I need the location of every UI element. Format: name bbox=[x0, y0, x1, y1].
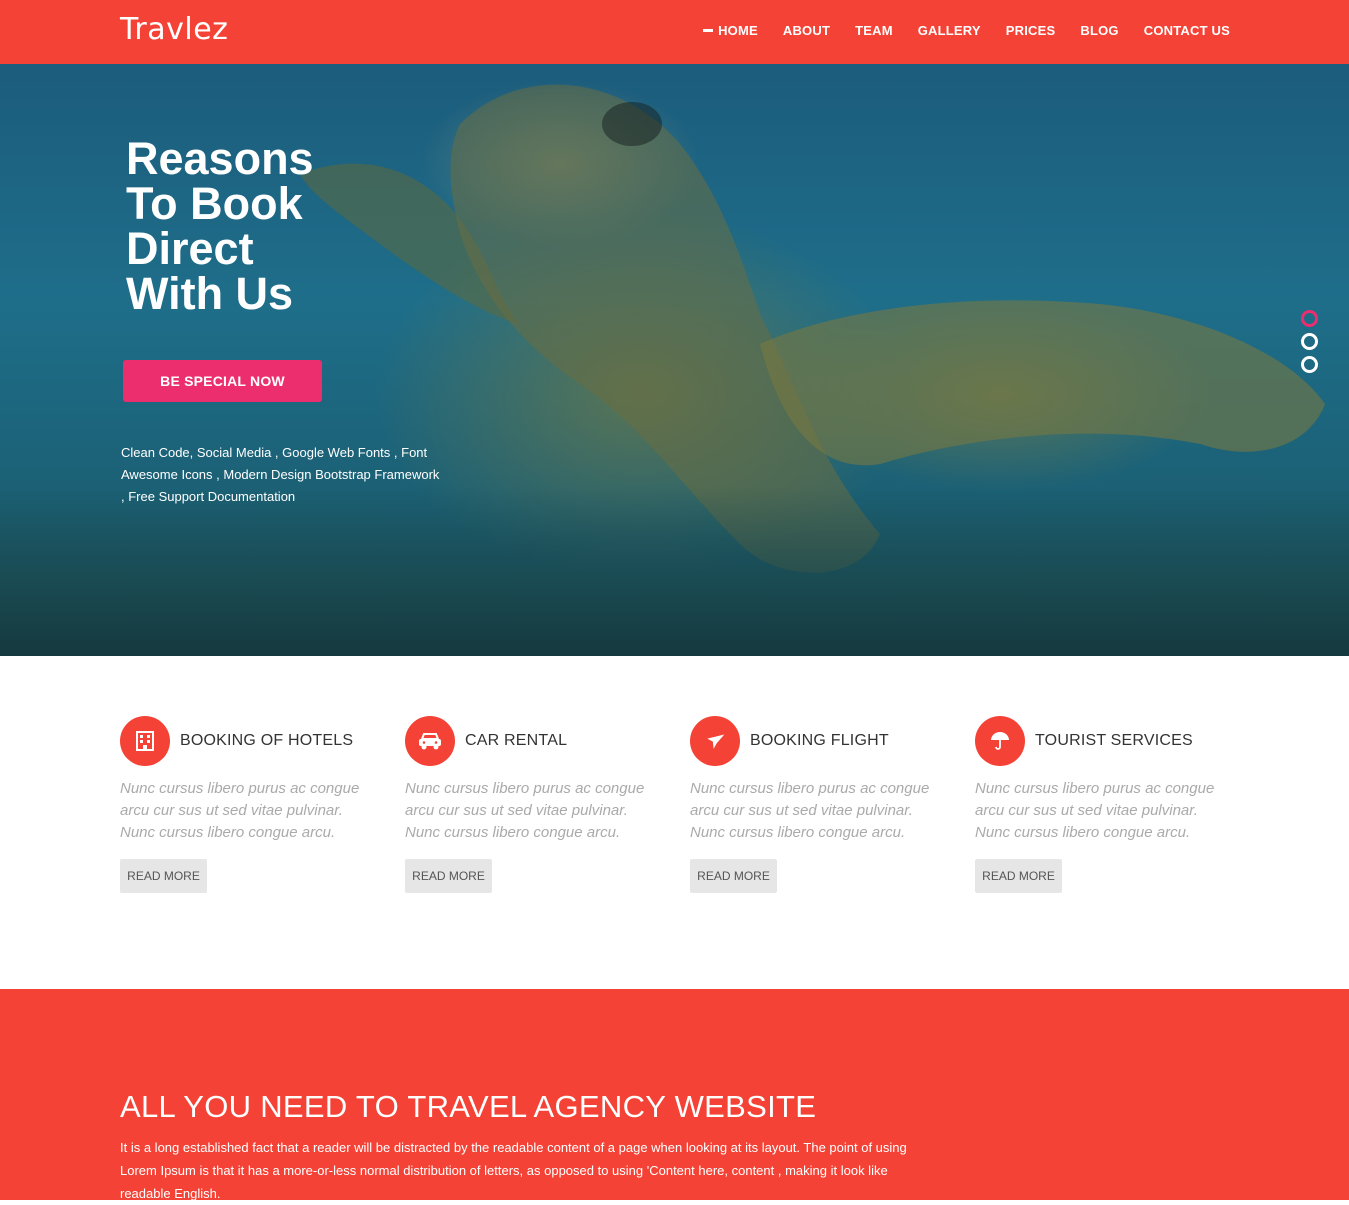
nav-gallery[interactable]: GALLERY bbox=[918, 23, 981, 38]
read-more-button[interactable]: READ MORE bbox=[690, 859, 777, 893]
service-card-flight: BOOKING FLIGHT Nunc cursus libero purus … bbox=[690, 716, 950, 893]
service-header: BOOKING FLIGHT bbox=[690, 716, 950, 766]
nav-blog[interactable]: BLOG bbox=[1080, 23, 1118, 38]
service-description: Nunc cursus libero purus ac congue arcu … bbox=[690, 780, 930, 841]
hotel-icon bbox=[120, 716, 170, 766]
service-description: Nunc cursus libero purus ac congue arcu … bbox=[405, 780, 645, 841]
service-title: BOOKING OF HOTELS bbox=[180, 732, 354, 749]
about-text: It is a long established fact that a rea… bbox=[120, 1140, 907, 1201]
read-more-button[interactable]: READ MORE bbox=[405, 859, 492, 893]
slide-dot-3[interactable] bbox=[1301, 356, 1318, 373]
services-section: BOOKING OF HOTELS Nunc cursus libero pur… bbox=[0, 656, 1349, 989]
site-logo[interactable]: Travlez bbox=[120, 12, 228, 47]
service-header: BOOKING OF HOTELS bbox=[120, 716, 380, 766]
service-card-hotels: BOOKING OF HOTELS Nunc cursus libero pur… bbox=[120, 716, 380, 893]
be-special-now-button[interactable]: BE SPECIAL NOW bbox=[123, 360, 322, 402]
nav-about[interactable]: ABOUT bbox=[783, 23, 830, 38]
service-title: CAR RENTAL bbox=[465, 732, 568, 749]
read-more-button[interactable]: READ MORE bbox=[975, 859, 1062, 893]
hero-reef-shade bbox=[0, 486, 1349, 656]
active-indicator bbox=[703, 29, 714, 32]
hero-slider: Reasons To Book Direct With Us BE SPECIA… bbox=[0, 64, 1349, 656]
service-header: CAR RENTAL bbox=[405, 716, 665, 766]
nav-home[interactable]: HOME bbox=[703, 23, 758, 38]
read-more-button[interactable]: READ MORE bbox=[120, 859, 207, 893]
hero-title: Reasons To Book Direct With Us bbox=[126, 133, 314, 319]
plane-icon bbox=[690, 716, 740, 766]
nav-contact[interactable]: CONTACT US bbox=[1144, 23, 1230, 38]
service-title: BOOKING FLIGHT bbox=[750, 732, 889, 749]
about-section: ALL YOU NEED TO TRAVEL AGENCY WEBSITE It… bbox=[0, 989, 1349, 1201]
slider-pagination bbox=[1301, 310, 1318, 379]
umbrella-icon bbox=[975, 716, 1025, 766]
site-header: Travlez HOME ABOUT TEAM GALLERY PRICES B… bbox=[0, 0, 1349, 64]
car-icon bbox=[405, 716, 455, 766]
hero-description: Clean Code, Social Media , Google Web Fo… bbox=[121, 445, 440, 504]
main-nav: HOME ABOUT TEAM GALLERY PRICES BLOG CONT… bbox=[678, 23, 1230, 38]
about-heading: ALL YOU NEED TO TRAVEL AGENCY WEBSITE bbox=[120, 1089, 817, 1124]
slide-dot-1[interactable] bbox=[1301, 310, 1318, 327]
nav-team[interactable]: TEAM bbox=[855, 23, 893, 38]
nav-prices[interactable]: PRICES bbox=[1006, 23, 1056, 38]
service-description: Nunc cursus libero purus ac congue arcu … bbox=[120, 780, 360, 841]
service-card-car-rental: CAR RENTAL Nunc cursus libero purus ac c… bbox=[405, 716, 665, 893]
service-title: TOURIST SERVICES bbox=[1035, 732, 1193, 749]
service-card-tourist: TOURIST SERVICES Nunc cursus libero puru… bbox=[975, 716, 1235, 893]
service-header: TOURIST SERVICES bbox=[975, 716, 1235, 766]
slide-dot-2[interactable] bbox=[1301, 333, 1318, 350]
service-description: Nunc cursus libero purus ac congue arcu … bbox=[975, 780, 1215, 841]
